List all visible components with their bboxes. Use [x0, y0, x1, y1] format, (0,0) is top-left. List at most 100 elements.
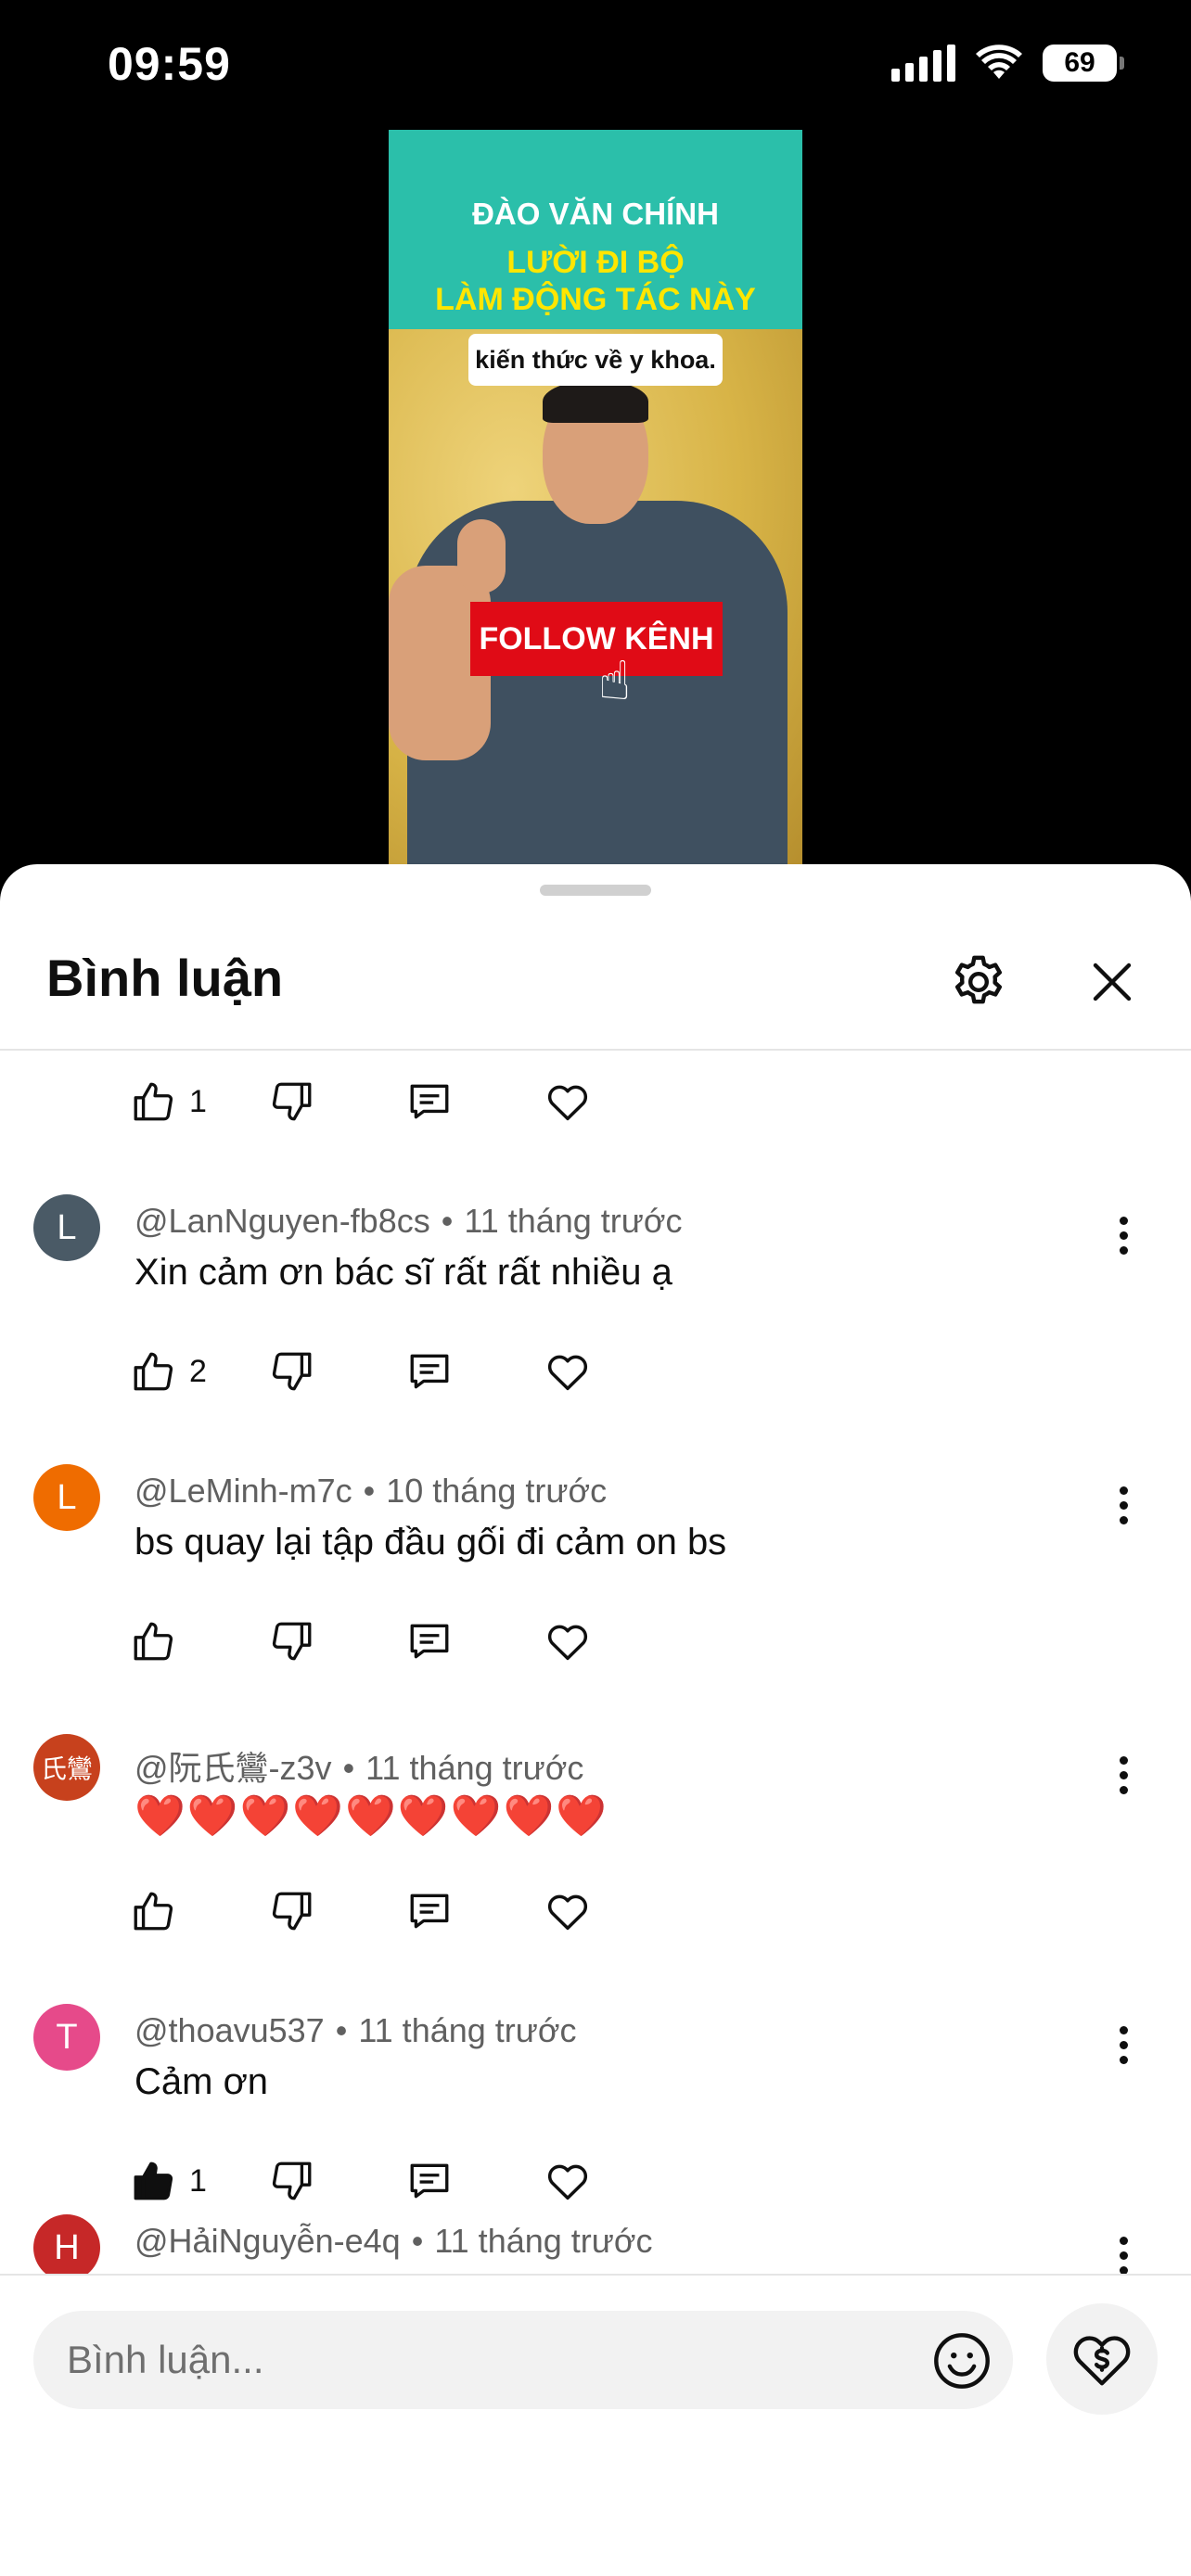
more-options-button[interactable]: [1109, 2227, 1137, 2275]
like-count: 2: [189, 1353, 207, 1389]
video-channel-name: ĐÀO VĂN CHÍNH: [472, 197, 719, 231]
comment-time: 10 tháng trước: [386, 1472, 608, 1510]
thumbs-down-icon: [272, 1082, 312, 1121]
close-button[interactable]: [1082, 951, 1143, 1013]
like-button[interactable]: [130, 1618, 269, 1664]
reply-button[interactable]: [406, 1618, 544, 1664]
comment-text: ❤️❤️❤️❤️❤️❤️❤️❤️❤️: [134, 1793, 609, 1839]
comment-actions: [130, 1879, 618, 1944]
comment-text: Cảm ơn: [134, 2061, 269, 2102]
heart-button[interactable]: [544, 2157, 618, 2205]
reply-icon: [410, 1084, 449, 1119]
heart-icon: [547, 1355, 588, 1391]
dislike-button[interactable]: [269, 1078, 406, 1125]
reply-button[interactable]: [406, 1888, 544, 1934]
like-count: 1: [189, 2162, 207, 2199]
comment-time: 11 tháng trước: [358, 2011, 577, 2049]
comments-sheet: Bình luận 1 L @LanNguyen-fb8cs • 11 thán…: [0, 864, 1191, 2576]
comment-actions: 1: [130, 2149, 618, 2213]
comment-author[interactable]: @阮氏鸞-z3v: [134, 1749, 332, 1787]
heart-button[interactable]: [544, 1887, 618, 1935]
gear-icon: [954, 955, 1003, 1004]
comment-text: bs quay lại tập đầu gối đi cảm on bs: [134, 1522, 727, 1562]
emoji-icon: [934, 2333, 990, 2389]
like-button[interactable]: 1: [130, 2158, 269, 2204]
heart-button[interactable]: [544, 1078, 618, 1126]
avatar[interactable]: L: [33, 1464, 100, 1531]
comment-actions: [130, 1609, 618, 1674]
settings-button[interactable]: [944, 948, 1013, 1016]
meta-separator: •: [335, 2011, 348, 2049]
video-person-hair: [543, 380, 648, 423]
comment-time: 11 tháng trước: [464, 1202, 683, 1240]
thumbs-up-icon: [134, 1082, 173, 1121]
reply-button[interactable]: [406, 1348, 544, 1395]
reply-button[interactable]: [406, 2158, 544, 2204]
more-options-button[interactable]: [1109, 1207, 1137, 1263]
comment-input[interactable]: [67, 2311, 902, 2409]
comment-author[interactable]: @HảiNguyễn-e4q: [134, 2222, 401, 2260]
emoji-button[interactable]: [929, 2328, 994, 2393]
heart-button[interactable]: [544, 1347, 618, 1396]
reply-icon: [410, 1354, 449, 1389]
heart-icon: [547, 1085, 588, 1121]
comment-time: 11 tháng trước: [365, 1749, 584, 1787]
video-subtitle: kiến thức về y khoa.: [468, 334, 723, 386]
comments-list[interactable]: 1 L @LanNguyen-fb8cs • 11 tháng trước Xin …: [0, 1051, 1191, 2275]
dislike-button[interactable]: [269, 1888, 406, 1934]
comment-author[interactable]: @LeMinh-m7c: [134, 1472, 352, 1510]
comment-meta: @thoavu537 • 11 tháng trước: [134, 2011, 576, 2050]
video-banner: ĐÀO VĂN CHÍNH LƯỜI ĐI BỘ LÀM ĐỘNG TÁC NÀ…: [389, 130, 802, 329]
thumbs-down-icon: [272, 1892, 312, 1931]
more-options-button[interactable]: [1109, 2017, 1137, 2072]
meta-separator: •: [363, 1472, 376, 1510]
status-icons: 69: [891, 45, 1124, 82]
dislike-button[interactable]: [269, 1618, 406, 1664]
reply-button[interactable]: [406, 1078, 544, 1125]
thumbs-down-icon: [272, 1622, 312, 1661]
meta-separator: •: [342, 1749, 355, 1787]
thumbs-up-icon: [134, 1892, 173, 1931]
comment-actions: 1: [130, 1069, 618, 1134]
comment-author[interactable]: @thoavu537: [134, 2011, 325, 2049]
status-time: 09:59: [108, 38, 231, 90]
more-options-button[interactable]: [1109, 1477, 1137, 1533]
cellular-signal-icon: [891, 45, 955, 82]
reply-icon: [410, 1624, 449, 1659]
like-button[interactable]: 2: [130, 1348, 269, 1395]
comment-time: 11 tháng trước: [434, 2222, 653, 2260]
sheet-drag-handle[interactable]: [540, 885, 651, 896]
dislike-button[interactable]: [269, 1348, 406, 1395]
close-icon: [1093, 963, 1132, 1001]
dislike-button[interactable]: [269, 2158, 406, 2204]
comment-actions: 2: [130, 1339, 618, 1404]
heart-button[interactable]: [544, 1617, 618, 1665]
comment-meta: @阮氏鸞-z3v • 11 tháng trước: [134, 1741, 583, 1790]
like-button[interactable]: [130, 1888, 269, 1934]
pointer-hand-icon: ☝: [598, 651, 632, 711]
avatar[interactable]: 氏鸞: [33, 1734, 100, 1801]
sheet-title: Bình luận: [46, 949, 284, 1007]
heart-icon: [547, 1894, 588, 1931]
comment-meta: @HảiNguyễn-e4q • 11 tháng trước: [134, 2222, 652, 2261]
heart-icon: [547, 1625, 588, 1661]
video-player[interactable]: ĐÀO VĂN CHÍNH LƯỜI ĐI BỘ LÀM ĐỘNG TÁC NÀ…: [389, 130, 802, 864]
like-button[interactable]: 1: [130, 1078, 269, 1125]
avatar[interactable]: L: [33, 1194, 100, 1261]
video-headline-line2: LÀM ĐỘNG TÁC NÀY: [435, 282, 756, 317]
super-thanks-button[interactable]: [1046, 2303, 1158, 2415]
thumbs-up-icon: [134, 1622, 173, 1661]
comment-input-container: [33, 2311, 1013, 2409]
super-thanks-icon: [1073, 2336, 1131, 2386]
meta-separator: •: [411, 2222, 424, 2260]
heart-icon: [547, 2164, 588, 2200]
thumbs-up-filled-icon: [134, 2162, 173, 2200]
avatar[interactable]: T: [33, 2004, 100, 2071]
like-count: 1: [189, 1083, 207, 1119]
comment-author[interactable]: @LanNguyen-fb8cs: [134, 1202, 430, 1240]
reply-icon: [410, 2163, 449, 2199]
avatar[interactable]: H: [33, 2214, 100, 2275]
thumbs-down-icon: [272, 1352, 312, 1391]
more-options-button[interactable]: [1109, 1747, 1137, 1803]
video-headline-line1: LƯỜI ĐI BỘ: [506, 245, 685, 280]
